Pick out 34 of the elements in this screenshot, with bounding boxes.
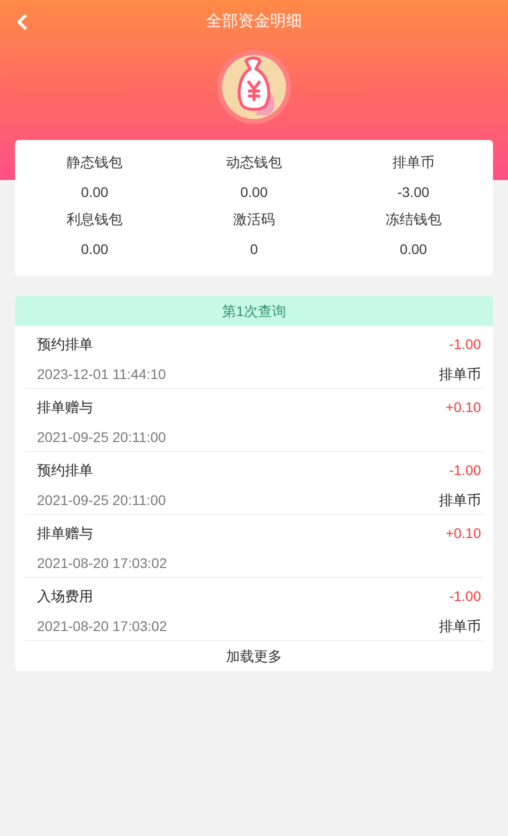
record-time: 2021-08-20 17:03:02 (37, 554, 167, 573)
record-name: 排单赠与 (37, 524, 94, 543)
record-amount: -1.00 (449, 461, 481, 480)
wallet-value: -3.00 (397, 183, 430, 202)
wallet-label: 利息钱包 (66, 210, 123, 229)
record-amount: -1.00 (449, 587, 481, 606)
record-time: 2021-08-20 17:03:02 (37, 617, 167, 636)
wallet-value: 0.00 (81, 240, 108, 259)
wallet-label: 静态钱包 (66, 153, 123, 172)
wallet-label: 激活码 (232, 210, 275, 229)
record-time: 2023-12-01 11:44:10 (37, 365, 166, 384)
record-time: 2021-09-25 20:11:00 (37, 491, 166, 510)
wallet-label: 动态钱包 (226, 153, 282, 172)
record-name: 入场费用 (37, 587, 94, 606)
query-title: 第1次查询 (222, 302, 286, 320)
record-amount: +0.10 (446, 524, 481, 543)
wallet-label: 冻结钱包 (385, 210, 442, 229)
record-unit: 排单币 (439, 617, 481, 636)
record-name: 排单赠与 (37, 398, 94, 417)
wallet-value: 0.00 (400, 240, 427, 259)
record-amount: -1.00 (449, 335, 481, 354)
wallet-label: 排单币 (392, 153, 434, 172)
record-amount: +0.10 (446, 398, 481, 417)
record-unit: 排单币 (439, 365, 481, 384)
load-more-button[interactable]: 加载更多 (15, 641, 493, 671)
record-name: 预约排单 (37, 461, 94, 480)
wallet-value: 0.00 (240, 183, 268, 202)
record-unit: 排单币 (439, 491, 481, 510)
wallet-value: 0 (250, 240, 258, 259)
record-time: 2021-09-25 20:11:00 (37, 428, 166, 447)
record-name: 预约排单 (37, 335, 94, 354)
money-bag-icon (216, 49, 292, 125)
wallet-value: 0.00 (81, 183, 108, 202)
page-title: 全部资金明细 (206, 12, 302, 32)
